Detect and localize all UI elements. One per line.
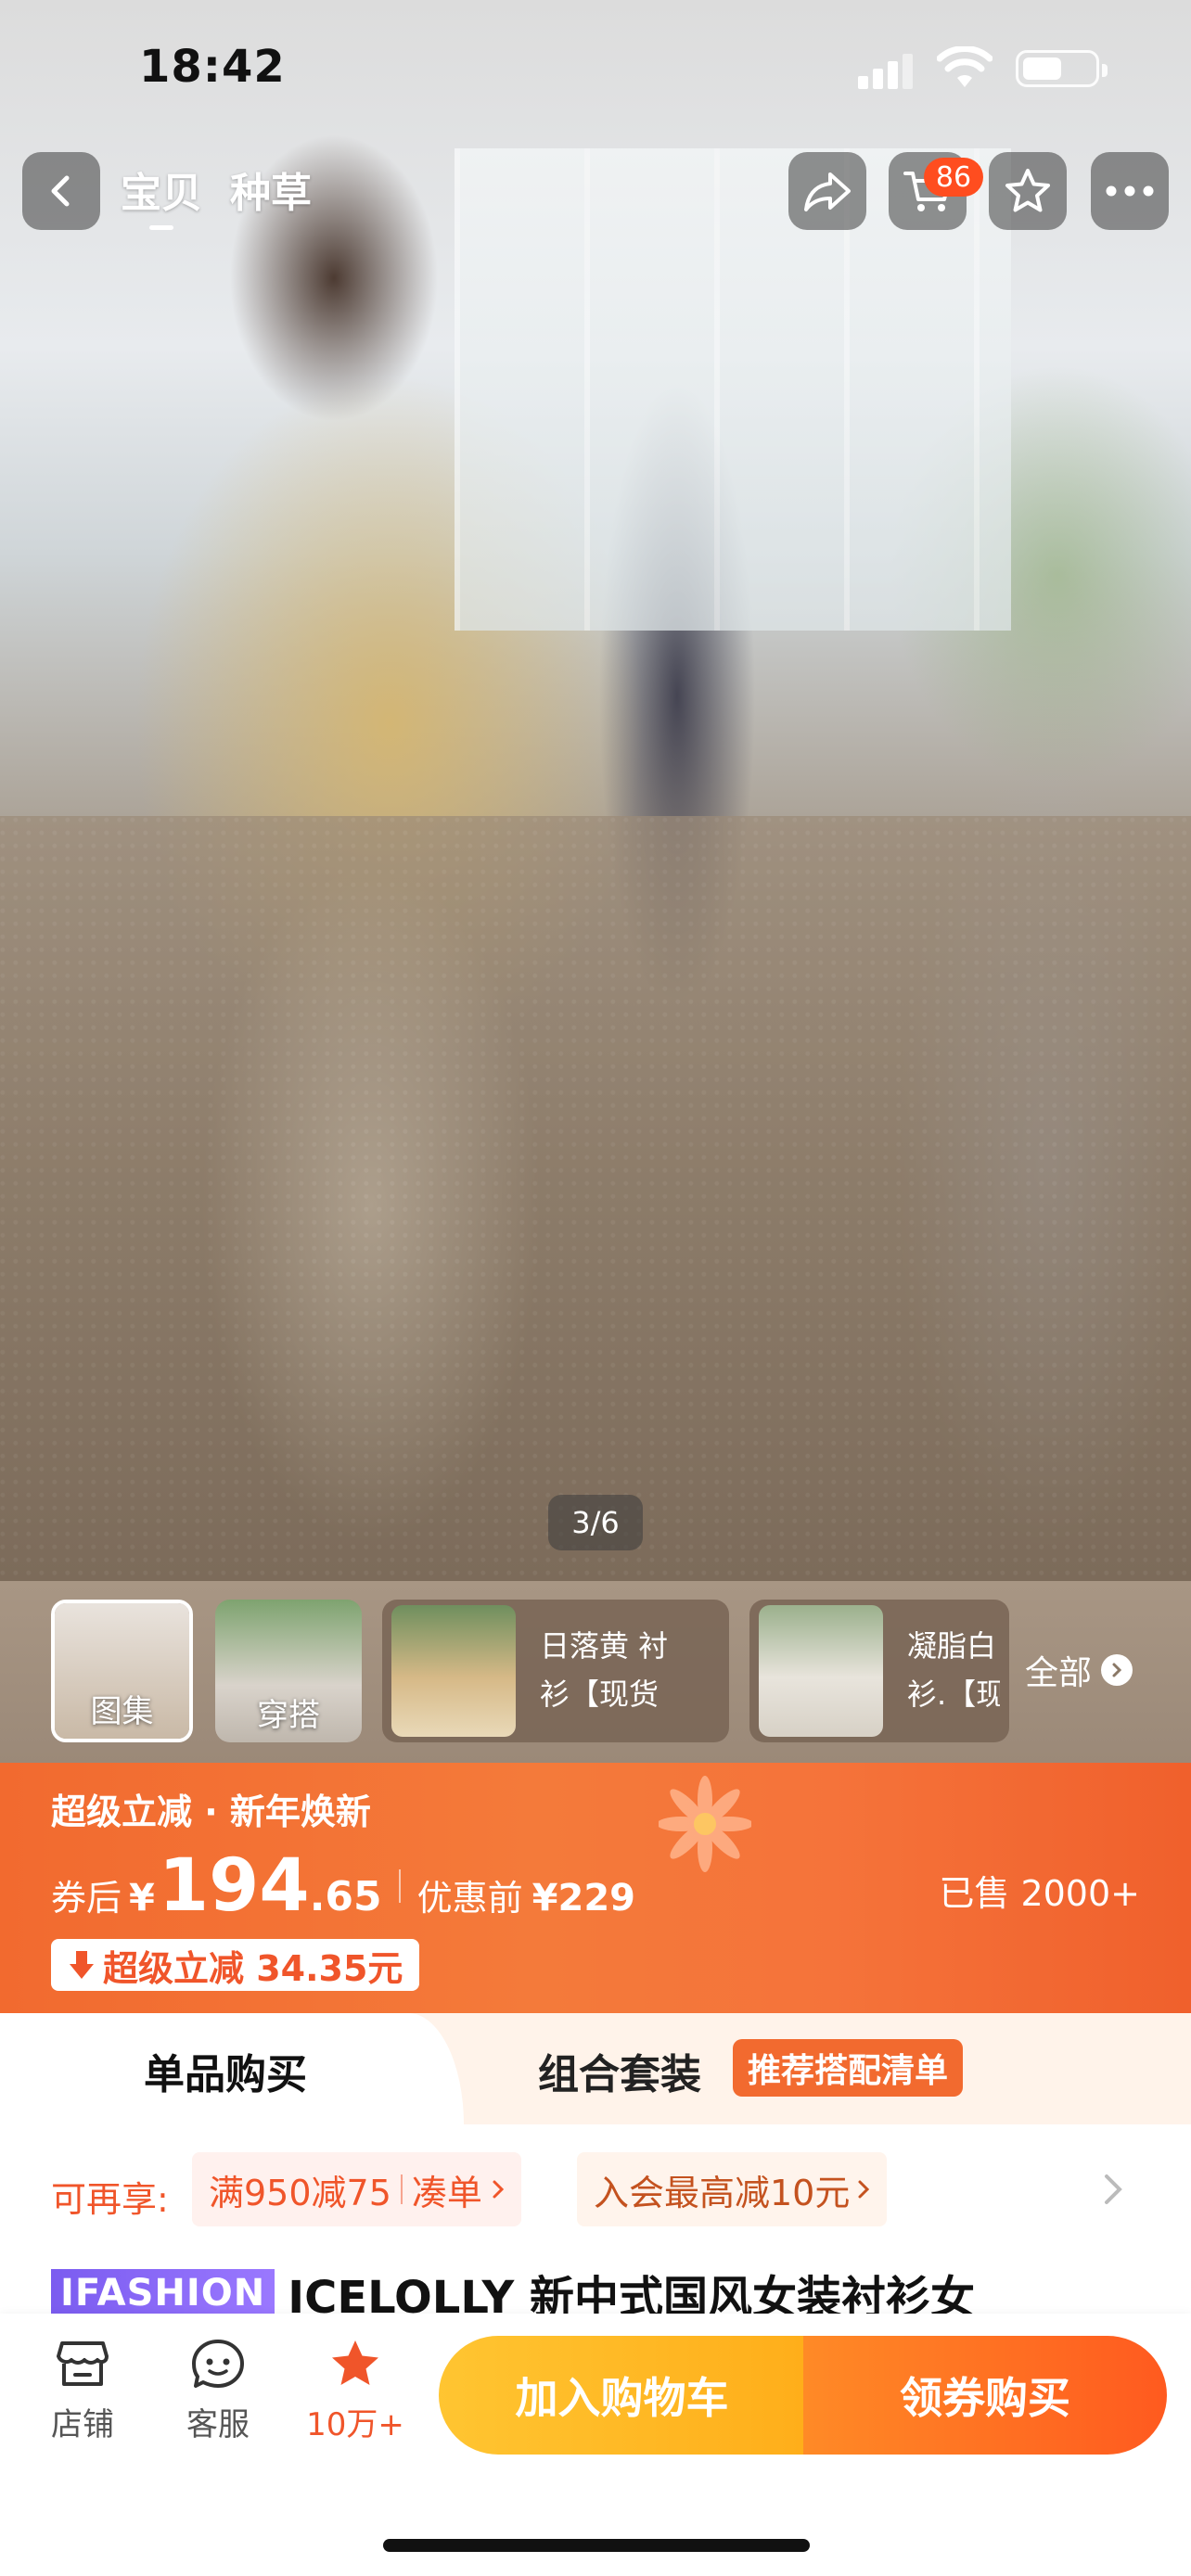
share-icon xyxy=(804,172,851,211)
recommend-list-tag[interactable]: 推荐搭配清单 xyxy=(733,2039,964,2097)
variant-card-white[interactable]: 凝脂白 衫.【现 xyxy=(749,1600,1009,1742)
variant-white-text: 凝脂白 衫.【现 xyxy=(907,1622,1000,1718)
store-button[interactable]: 店铺 xyxy=(32,2338,134,2444)
purchase-tabs: 单品购买 组合套装 推荐搭配清单 xyxy=(0,2013,1191,2124)
price-integer: 194 xyxy=(158,1844,310,1928)
star-filled-icon xyxy=(332,2340,378,2385)
tab-single-purchase[interactable]: 单品购买 xyxy=(0,2013,464,2124)
variant-yellow-line1: 日落黄 衬 xyxy=(540,1628,669,1664)
more-button[interactable] xyxy=(1091,152,1169,230)
home-indicator xyxy=(383,2539,810,2552)
variant-yellow-line2: 衫【现货 xyxy=(540,1677,660,1712)
favorite-button[interactable] xyxy=(989,152,1067,230)
battery-icon xyxy=(1016,50,1108,87)
battery-fill xyxy=(1023,57,1061,80)
promo-title: 超级立减 · 新年焕新 xyxy=(51,1792,371,1832)
price-banner: 超级立减 · 新年焕新 券后 ¥ 194 .65 优惠前 ¥229 已售 200… xyxy=(0,1763,1191,2013)
image-page-indicator: 3/6 xyxy=(548,1495,643,1550)
coupon-membership[interactable]: 入会最高减10元 xyxy=(577,2152,888,2226)
chevron-right-icon xyxy=(493,2180,505,2199)
coupon-threshold-text: 满950减75 xyxy=(209,2172,391,2213)
variant-white-line1: 凝脂白 xyxy=(907,1628,997,1664)
product-photo[interactable] xyxy=(0,0,1191,1581)
cart-count-badge: 86 xyxy=(924,158,983,197)
status-bar: 18:42 xyxy=(0,0,1191,139)
variant-card-yellow[interactable]: 日落黄 衬 衫【现货 xyxy=(382,1600,729,1742)
bottom-action-bar: 店铺 客服 10万+ 加入购物车 领券购买 xyxy=(0,2314,1191,2576)
add-to-cart-button[interactable]: 加入购物车 xyxy=(439,2336,805,2455)
top-tabs: 宝贝 种草 xyxy=(121,159,312,230)
coupon-row: 可再享: 满950减75 凑单 入会最高减10元 xyxy=(0,2124,1191,2254)
tab-product[interactable]: 宝贝 xyxy=(121,159,202,230)
photo-floor xyxy=(0,816,1191,1581)
sold-count: 已售 2000+ xyxy=(939,1873,1140,1914)
coupon-divider xyxy=(400,2174,403,2204)
currency-symbol: ¥ xyxy=(129,1877,155,1919)
reduction-label: 超级立减 34.35元 xyxy=(103,1947,403,1989)
price-divider xyxy=(398,1869,401,1903)
thumb-gallery-label: 图集 xyxy=(90,1693,154,1730)
share-button[interactable] xyxy=(788,152,866,230)
tab-bundle[interactable]: 组合套装 xyxy=(538,2041,701,2100)
after-coupon-label: 券后 xyxy=(51,1878,122,1919)
view-all-button[interactable]: 全部 xyxy=(1025,1646,1133,1694)
thumb-outfit[interactable]: 穿搭 xyxy=(215,1600,362,1742)
variant-yellow-text: 日落黄 衬 衫【现货 xyxy=(540,1622,688,1718)
chevron-right-circle-icon xyxy=(1101,1654,1133,1686)
extra-benefits-label: 可再享: xyxy=(51,2179,169,2220)
thumb-gallery[interactable]: 图集 xyxy=(51,1600,193,1742)
reduction-chip: 超级立减 34.35元 xyxy=(51,1939,420,1991)
chevron-right-icon xyxy=(858,2180,870,2199)
variant-white-image xyxy=(759,1605,883,1737)
tab-single-label: 单品购买 xyxy=(144,2051,307,2098)
chat-icon xyxy=(192,2340,244,2388)
coupon-threshold[interactable]: 满950减75 凑单 xyxy=(192,2152,521,2226)
variant-yellow-image xyxy=(391,1605,516,1737)
view-all-label: 全部 xyxy=(1025,1654,1093,1692)
coupon-add-items: 凑单 xyxy=(411,2172,482,2213)
favorites-button[interactable]: 10万+ xyxy=(302,2338,408,2444)
original-price: ¥229 xyxy=(531,1877,635,1919)
flower-decoration-icon xyxy=(659,1776,751,1872)
coupon-buy-button[interactable]: 领券购买 xyxy=(803,2336,1167,2455)
coupon-more-chevron-icon[interactable] xyxy=(1099,2173,1127,2206)
variant-white-line2: 衫.【现 xyxy=(907,1677,1000,1712)
price-decimal: .65 xyxy=(309,1873,382,1920)
signal-icon xyxy=(858,52,916,89)
thumb-outfit-label: 穿搭 xyxy=(257,1697,320,1734)
tab-seeding[interactable]: 种草 xyxy=(230,159,312,230)
coupon-membership-text: 入会最高减10元 xyxy=(594,2172,851,2213)
store-icon xyxy=(57,2341,109,2386)
price-line: 券后 ¥ 194 .65 优惠前 ¥229 xyxy=(51,1844,635,1928)
ifashion-badge: IFASHION xyxy=(51,2269,275,2317)
back-button[interactable] xyxy=(22,152,100,230)
service-label: 客服 xyxy=(186,2406,250,2443)
star-outline-icon xyxy=(1005,169,1050,212)
before-discount-label: 优惠前 xyxy=(416,1878,523,1919)
favorites-count: 10万+ xyxy=(306,2406,404,2443)
wifi-icon xyxy=(937,46,992,87)
customer-service-button[interactable]: 客服 xyxy=(167,2338,269,2444)
thumbnail-strip: 图集 穿搭 日落黄 衬 衫【现货 凝脂白 衫.【现 全部 xyxy=(0,1581,1191,1763)
status-time: 18:42 xyxy=(139,41,286,93)
store-label: 店铺 xyxy=(51,2406,114,2443)
arrow-down-icon xyxy=(70,1951,94,1979)
chevron-left-icon xyxy=(51,175,70,207)
more-dots-icon xyxy=(1106,185,1154,197)
